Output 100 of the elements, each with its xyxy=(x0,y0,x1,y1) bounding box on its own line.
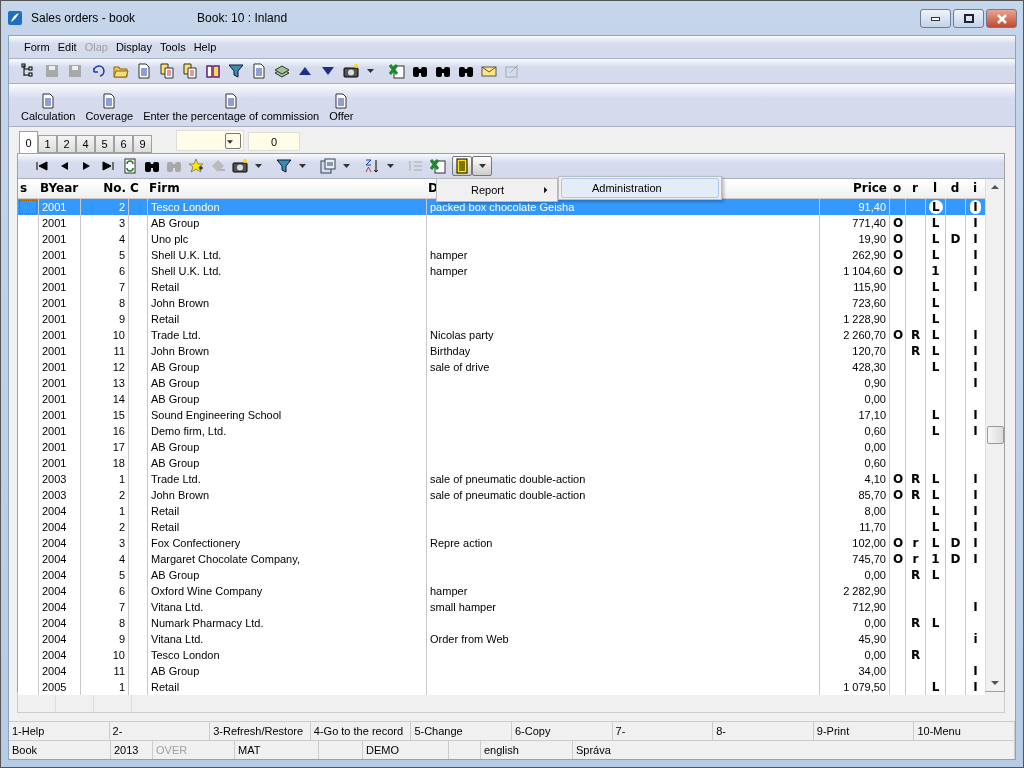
table-cell-text: Retail xyxy=(150,312,181,327)
table-cell-text: D xyxy=(949,535,962,551)
menu-item[interactable]: Tools xyxy=(156,41,189,53)
table-cell-text: 2003 xyxy=(41,488,68,503)
minimize-button[interactable] xyxy=(920,9,951,28)
column-header[interactable]: Firm xyxy=(147,179,426,198)
table-cell-text: 19,90 xyxy=(857,232,887,247)
column-header[interactable]: No. xyxy=(80,179,128,198)
table-cell-text: 2001 xyxy=(41,216,68,231)
command-button[interactable]: Coverage xyxy=(85,93,134,122)
table-cell-text: Sound Engineering School xyxy=(150,408,283,423)
table-cell-text: Retail xyxy=(150,504,181,519)
paste-icon[interactable] xyxy=(182,63,198,79)
tab[interactable]: 6 xyxy=(114,135,133,153)
last-record-icon[interactable] xyxy=(100,158,116,174)
maximize-button[interactable] xyxy=(953,9,984,28)
function-key[interactable]: 6-Copy xyxy=(512,722,613,740)
function-key[interactable]: 9-Print xyxy=(813,722,915,740)
table-cell-text: 6 xyxy=(117,264,126,279)
column-header[interactable]: l xyxy=(925,179,945,198)
column-header[interactable]: d xyxy=(945,179,965,198)
function-key[interactable]: 5-Change xyxy=(411,722,512,740)
spreadsheet-icon[interactable] xyxy=(389,63,405,79)
combo-field[interactable] xyxy=(176,130,244,151)
tab[interactable]: 1 xyxy=(38,135,57,153)
mail-icon[interactable] xyxy=(481,63,497,79)
table-cell-text: Demo firm, Ltd. xyxy=(150,424,228,439)
dropdown-button[interactable] xyxy=(472,156,492,176)
filter-icon[interactable] xyxy=(276,158,292,174)
menu-item[interactable]: Display xyxy=(112,41,155,53)
table-cell-text: 15 xyxy=(111,408,126,423)
column-header[interactable]: r xyxy=(905,179,925,198)
book-icon[interactable] xyxy=(205,63,221,79)
table-cell-text: I xyxy=(972,215,979,231)
table-cell-text: 2004 xyxy=(41,504,68,519)
tab[interactable]: 2 xyxy=(57,135,76,153)
tab[interactable]: 9 xyxy=(133,135,152,153)
sort-icon[interactable] xyxy=(364,158,380,174)
command-button[interactable]: Enter the percentage of commission xyxy=(143,93,320,122)
column-header[interactable]: i xyxy=(965,179,985,198)
table-cell-text: 2001 xyxy=(41,456,68,471)
function-key[interactable]: 10-Menu xyxy=(914,722,1015,740)
table-cell-text: L xyxy=(930,423,941,439)
command-button[interactable]: Calculation xyxy=(21,93,76,122)
menu-item[interactable]: Form xyxy=(21,41,53,53)
spreadsheet-icon[interactable] xyxy=(430,158,446,174)
undo-icon[interactable] xyxy=(90,63,106,79)
camera-icon[interactable] xyxy=(343,63,359,79)
menu-item[interactable]: Help xyxy=(190,41,220,53)
table-cell-text: AB Group xyxy=(150,216,201,231)
dropdown-caret-icon xyxy=(225,132,241,149)
status-text: DEMO xyxy=(363,741,449,759)
table-row[interactable]: 2001 2 Tesco London packed box chocolate Geisha 91,40 L I xyxy=(18,199,985,215)
table-cell-text: I xyxy=(972,503,979,519)
function-key[interactable]: 4-Go to the record xyxy=(310,722,412,740)
table-cell-text: L xyxy=(930,407,941,423)
table-cell-text: AB Group xyxy=(150,360,201,375)
table-cell-text: O xyxy=(892,487,905,503)
scrollbar[interactable] xyxy=(985,179,1004,691)
document-icon[interactable] xyxy=(136,63,152,79)
function-key[interactable]: 7- xyxy=(612,722,714,740)
table-cell-text: r xyxy=(911,535,920,551)
tab[interactable]: 0 xyxy=(19,131,38,153)
table-cell-text: 2005 xyxy=(41,680,68,695)
column-header[interactable]: BYear xyxy=(38,179,80,198)
column-header[interactable]: o xyxy=(889,179,905,198)
stack-icon[interactable] xyxy=(274,63,290,79)
report-button[interactable] xyxy=(452,156,472,176)
document-icon xyxy=(40,93,57,109)
add-star-icon[interactable] xyxy=(188,158,204,174)
refresh-icon[interactable] xyxy=(122,158,138,174)
tab[interactable]: 5 xyxy=(95,135,114,153)
table-cell-text: R xyxy=(909,471,922,487)
scroll-thumb[interactable] xyxy=(986,426,1004,444)
function-key[interactable]: 2- xyxy=(109,722,211,740)
function-key[interactable]: 1-Help xyxy=(9,722,110,740)
column-header[interactable]: C xyxy=(128,179,147,198)
camera-icon[interactable] xyxy=(232,158,248,174)
close-button[interactable] xyxy=(986,9,1017,28)
copy-icon[interactable] xyxy=(159,63,175,79)
table-cell-text: 8 xyxy=(117,616,126,631)
menu-item[interactable]: Edit xyxy=(54,41,80,53)
folder-icon[interactable] xyxy=(113,63,129,79)
function-key[interactable]: 8- xyxy=(713,722,814,740)
table-cell-text: 4 xyxy=(117,552,126,567)
column-header[interactable]: Price xyxy=(819,179,889,198)
command-button[interactable]: Offer xyxy=(329,93,354,122)
table-cell-text: 2001 xyxy=(41,424,68,439)
columns-icon[interactable] xyxy=(320,158,336,174)
column-header[interactable]: s xyxy=(18,179,38,198)
table-cell-text: small hamper xyxy=(429,600,498,615)
menu-item[interactable]: Administration xyxy=(561,178,719,198)
table-cell-text: 1 xyxy=(930,263,941,279)
first-record-icon[interactable] xyxy=(34,158,50,174)
number-field[interactable]: 0 xyxy=(248,132,300,151)
function-key[interactable]: 3-Refresh/Restore xyxy=(210,722,311,740)
filter-icon[interactable] xyxy=(228,63,244,79)
table-row[interactable]: 2005 1 Retail 1 079,50 L I xyxy=(18,679,985,695)
tab[interactable]: 4 xyxy=(76,135,95,153)
menu-item[interactable]: Report xyxy=(437,182,557,198)
